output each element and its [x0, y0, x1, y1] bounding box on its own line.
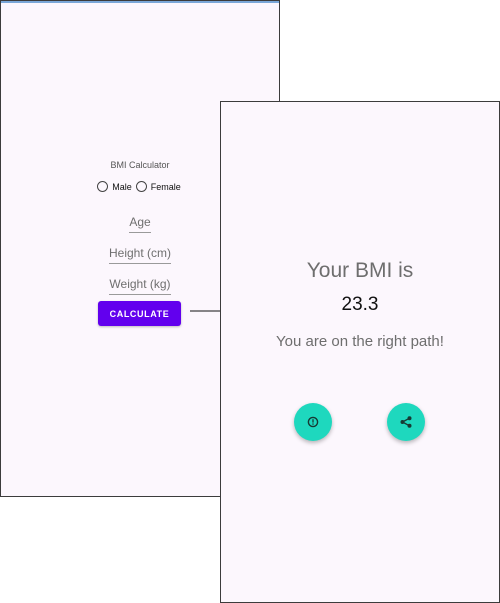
- info-button[interactable]: [294, 403, 332, 441]
- calculate-button[interactable]: CALCULATE: [98, 301, 181, 326]
- radio-female[interactable]: Female: [135, 181, 183, 192]
- radio-female-label: Female: [150, 181, 181, 192]
- radio-female-circle[interactable]: [135, 181, 147, 192]
- radio-male[interactable]: Male: [97, 181, 134, 192]
- radio-male-label: Male: [112, 181, 132, 192]
- share-icon: [400, 416, 412, 428]
- result-heading: Your BMI is: [306, 259, 414, 282]
- radio-male-circle[interactable]: [97, 181, 109, 192]
- info-icon: [307, 416, 319, 428]
- status-bar-line: [1, 1, 279, 3]
- age-field[interactable]: Age: [129, 215, 151, 233]
- height-field[interactable]: Height (cm): [108, 246, 171, 264]
- weight-field[interactable]: Weight (kg): [109, 277, 171, 295]
- share-button[interactable]: [387, 403, 425, 441]
- result-screen: Your BMI is 23.3 You are on the right pa…: [220, 101, 500, 603]
- bmi-value: 23.3: [341, 294, 379, 315]
- result-message: You are on the right path!: [276, 333, 444, 350]
